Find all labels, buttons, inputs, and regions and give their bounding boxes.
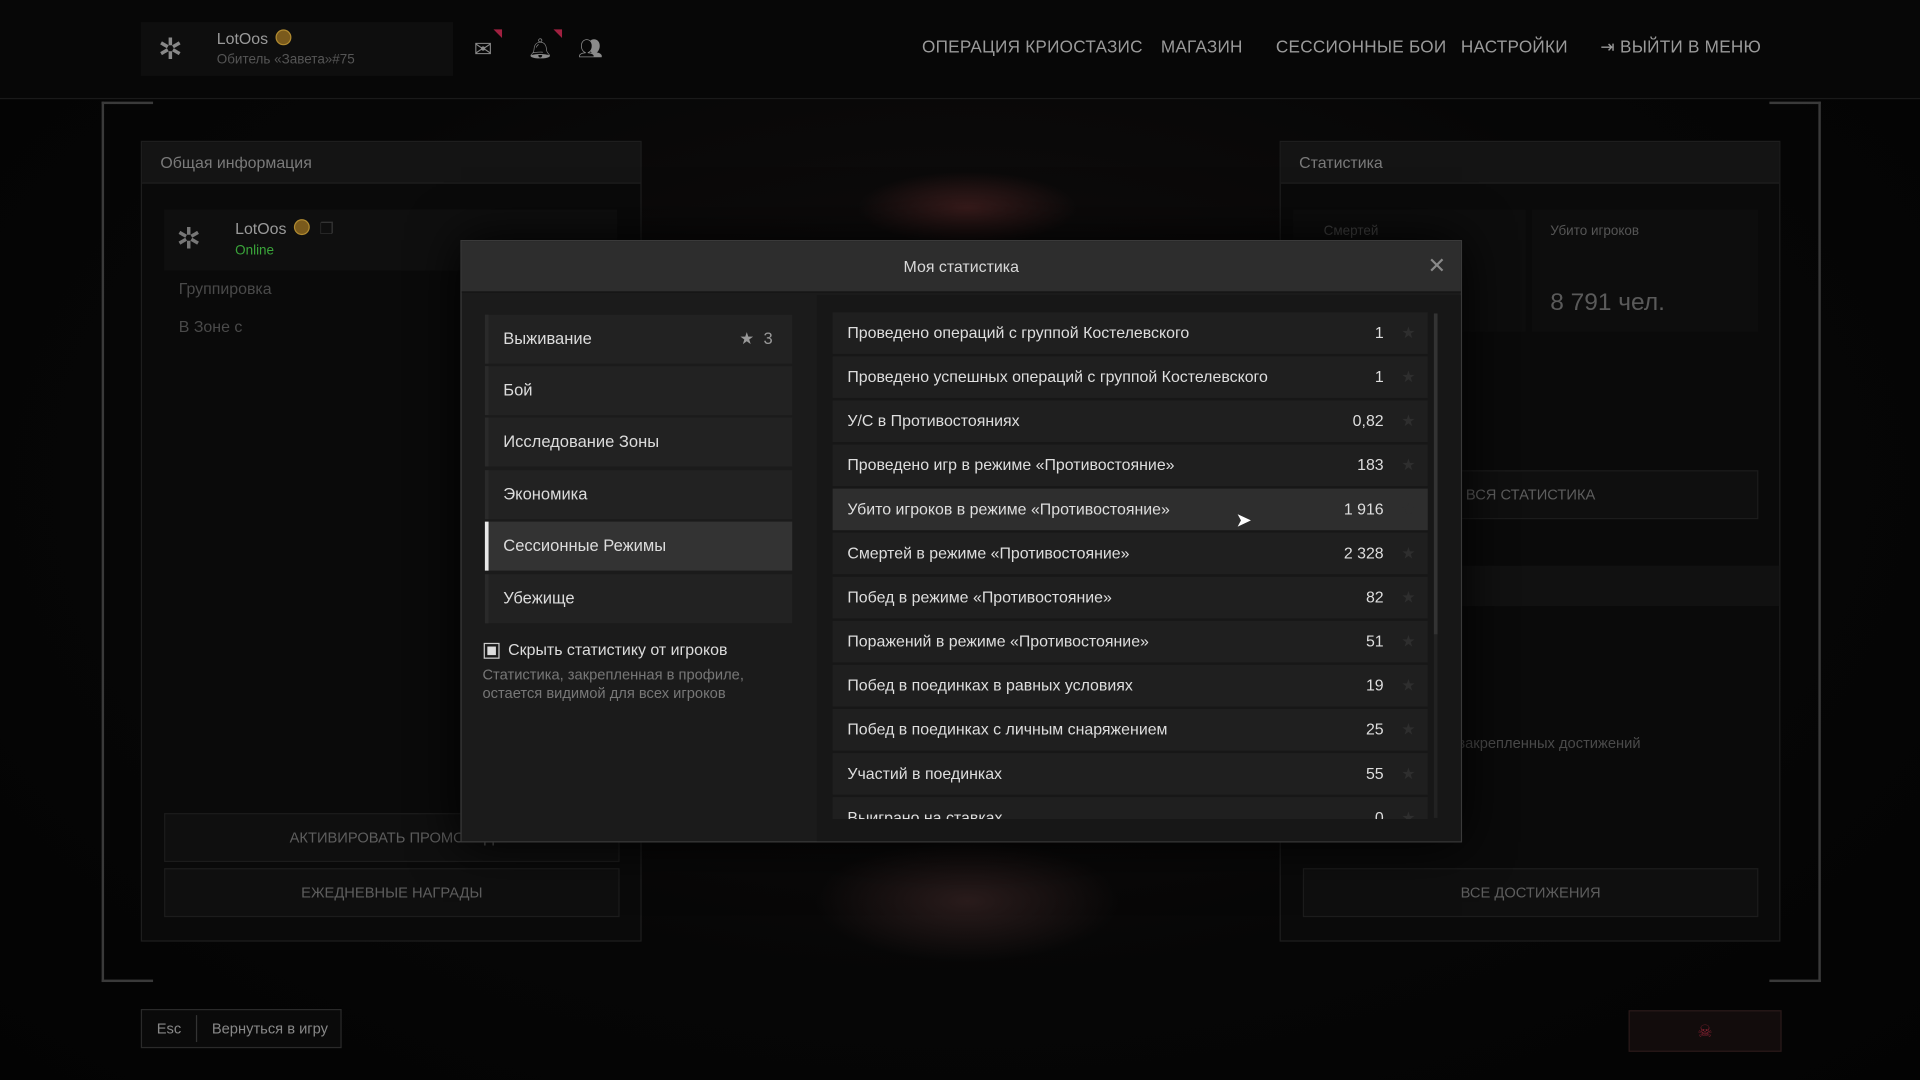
skull-icon: ☠	[1697, 1021, 1713, 1041]
character-boots	[814, 840, 1121, 963]
all-achievements-button[interactable]: ВСЕ ДОСТИЖЕНИЯ	[1302, 868, 1759, 918]
stat-label: Выиграно на ставках	[847, 808, 1003, 820]
bell-icon[interactable]: 🔔︎	[528, 29, 563, 61]
deaths-label: Смертей	[1323, 224, 1379, 239]
stat-label: У/С в Противостояниях	[847, 411, 1020, 430]
stat-value: 19	[1365, 675, 1384, 695]
player-name: LotOos	[216, 29, 269, 48]
kills-value: 8 791 чел.	[1550, 288, 1665, 316]
scrollbar-thumb[interactable]	[1433, 313, 1438, 635]
nav-settings[interactable]: НАСТРОЙКИ	[1461, 37, 1568, 57]
friends-icon[interactable]: 👥︎	[578, 37, 603, 61]
nav-shop[interactable]: МАГАЗИН	[1161, 37, 1243, 57]
zone-since-label: В Зоне с	[178, 317, 243, 336]
game-screen: ✲ LotOos Обитель «Завета»#75 ✉ 🔔︎ 👥︎ ОПЕ…	[0, 0, 1920, 1080]
stat-label: Проведено успешных операций с группой Ко…	[847, 367, 1268, 386]
my-stats-dialog: Моя статистика ✕ Выживание ★ 3 Бой Исслед…	[460, 240, 1463, 843]
pin-star-icon[interactable]: ★	[1401, 312, 1415, 354]
stat-row[interactable]: Поражений в режиме «Противостояние» 51 ★	[832, 620, 1428, 663]
stat-label: Смертей в режиме «Противостояние»	[847, 543, 1130, 563]
scrollbar[interactable]	[1433, 313, 1438, 818]
stat-label: Побед в поединках с личным снаряжением	[847, 720, 1168, 739]
stat-row[interactable]: Побед в поединках в равных условиях 19 ★	[832, 664, 1428, 707]
stat-value: 0	[1374, 808, 1384, 820]
stat-value: 82	[1365, 587, 1384, 607]
pin-star-icon[interactable]: ★	[1401, 797, 1415, 819]
player-profile[interactable]: ✲ LotOos Обитель «Завета»#75	[140, 22, 454, 76]
copy-icon[interactable]: ❐	[319, 219, 333, 237]
stat-row[interactable]: У/С в Противостояниях 0,82 ★	[832, 400, 1428, 443]
notification-marker	[493, 29, 503, 38]
divider	[195, 1015, 198, 1043]
esc-key: Esc	[156, 1020, 182, 1038]
skull-button[interactable]: ☠	[1628, 1010, 1782, 1052]
mouse-cursor-icon: ➤	[1235, 510, 1252, 532]
stat-label: Побед в поединках в равных условиях	[847, 675, 1133, 695]
character-model	[857, 171, 1078, 245]
exit-label: ВЫЙТИ В МЕНЮ	[1620, 36, 1762, 57]
panel-title: Статистика	[1280, 142, 1780, 184]
kills-card: Убито игроков 8 791 чел.	[1531, 209, 1759, 332]
pin-star-icon[interactable]: ★	[1401, 709, 1415, 751]
panel-title: Общая информация	[142, 142, 641, 184]
faction-emblem-icon: ✲	[157, 33, 183, 67]
faction-emblem-icon: ✲	[176, 222, 201, 256]
player-title: Обитель «Завета»#75	[216, 52, 355, 68]
top-bar: ✲ LotOos Обитель «Завета»#75 ✉ 🔔︎ 👥︎ ОПЕ…	[0, 0, 1920, 100]
pin-star-icon[interactable]: ★	[1401, 533, 1415, 575]
nav-exit-menu[interactable]: ⇥ ВЫЙТИ В МЕНЮ	[1600, 37, 1761, 58]
stat-row[interactable]: Выиграно на ставках 0 ★	[832, 797, 1428, 820]
rank-badge-icon	[275, 29, 292, 46]
group-label: Группировка	[178, 279, 272, 298]
stats-list: Проведено операций с группой Костелевско…	[462, 241, 1461, 820]
stat-value: 55	[1365, 764, 1384, 783]
stat-label: Поражений в режиме «Противостояние»	[847, 631, 1149, 651]
stat-value: 1 916	[1343, 499, 1384, 518]
stat-label: Убито игроков в режиме «Противостояние»	[847, 499, 1170, 518]
stat-label: Участий в поединках	[847, 764, 1003, 783]
stat-row[interactable]: Проведено успешных операций с группой Ко…	[832, 356, 1428, 398]
stat-value: 25	[1365, 720, 1384, 739]
stat-row[interactable]: Побед в режиме «Противостояние» 82 ★	[832, 576, 1428, 619]
mail-icon[interactable]: ✉	[474, 29, 503, 63]
stat-value: 183	[1357, 455, 1384, 474]
stat-row[interactable]: Участий в поединках 55 ★	[832, 753, 1428, 795]
pin-star-icon[interactable]: ★	[1401, 621, 1415, 663]
kills-label: Убито игроков	[1550, 224, 1640, 239]
stat-row[interactable]: Убито игроков в режиме «Противостояние» 1…	[832, 488, 1428, 531]
stat-value: 1	[1374, 323, 1384, 342]
rank-badge-icon	[293, 219, 310, 236]
nav-operation[interactable]: ОПЕРАЦИЯ КРИОСТАЗИС	[922, 37, 1143, 57]
stat-label: Проведено игр в режиме «Противостояние»	[847, 455, 1175, 474]
stat-value: 1	[1374, 367, 1384, 386]
pin-star-icon[interactable]: ★	[1401, 356, 1415, 398]
back-label: Вернуться в игру	[211, 1020, 329, 1038]
back-to-game-button[interactable]: Esc Вернуться в игру	[140, 1008, 342, 1049]
pin-star-icon[interactable]: ★	[1401, 400, 1415, 442]
stat-label: Проведено операций с группой Костелевско…	[847, 323, 1190, 342]
stat-row[interactable]: Проведено игр в режиме «Противостояние» 1…	[832, 444, 1428, 487]
stat-value: 2 328	[1343, 543, 1384, 563]
stat-row[interactable]: Проведено операций с группой Костелевско…	[832, 312, 1428, 354]
pin-star-icon[interactable]: ★	[1401, 753, 1415, 795]
exit-icon: ⇥	[1600, 36, 1621, 57]
pinned-achievements-text: закрепленных достижений	[1458, 734, 1641, 752]
stat-row[interactable]: Смертей в режиме «Противостояние» 2 328 ★	[832, 532, 1428, 575]
player-name: LotOos	[235, 219, 287, 238]
stat-row[interactable]: Побед в поединках с личным снаряжением 25…	[832, 708, 1428, 751]
notification-marker	[553, 29, 563, 38]
online-status: Online	[235, 243, 275, 259]
daily-rewards-button[interactable]: ЕЖЕДНЕВНЫЕ НАГРАДЫ	[164, 868, 620, 918]
nav-session-battles[interactable]: СЕССИОННЫЕ БОИ	[1276, 37, 1447, 57]
stat-value: 51	[1365, 631, 1384, 651]
pin-star-icon[interactable]: ★	[1401, 444, 1415, 486]
stat-label: Побед в режиме «Противостояние»	[847, 587, 1112, 607]
pin-star-icon[interactable]: ★	[1401, 577, 1415, 619]
pin-star-icon[interactable]: ★	[1401, 665, 1415, 707]
stat-value: 0,82	[1352, 411, 1384, 430]
pin-star-icon[interactable]: ★	[1401, 489, 1415, 531]
